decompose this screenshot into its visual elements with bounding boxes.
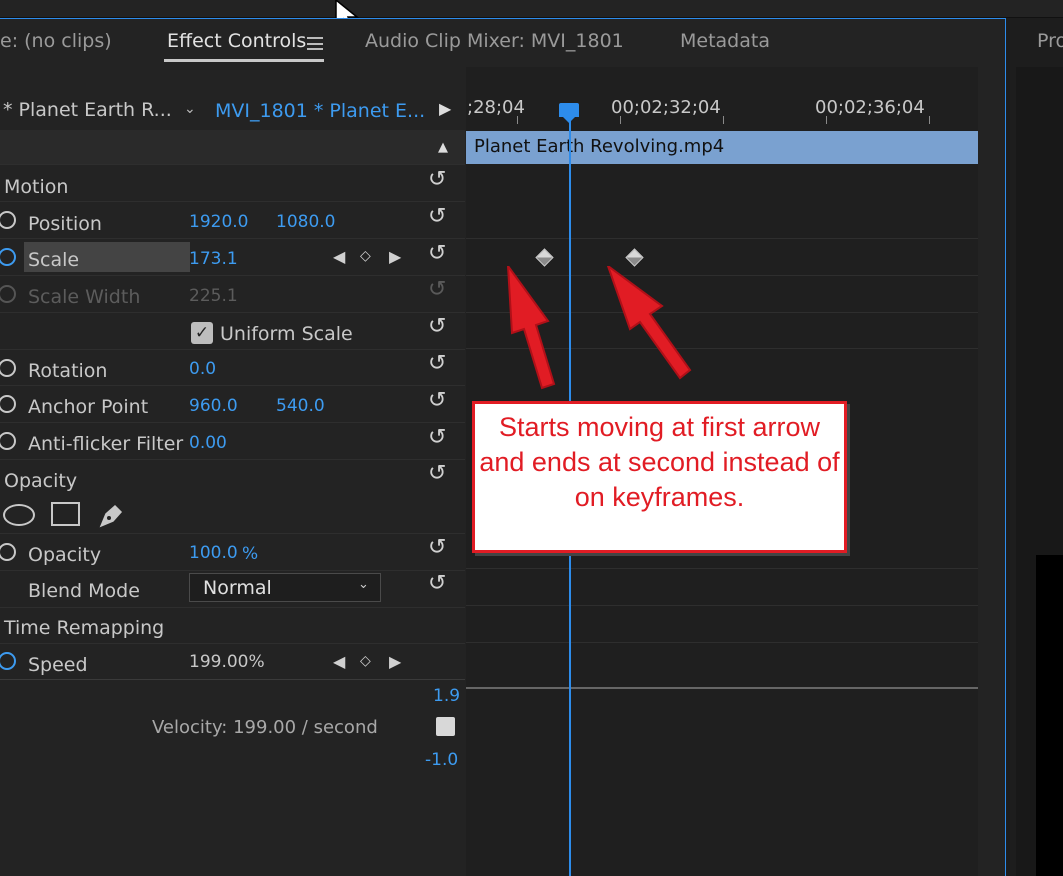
stopwatch-icon[interactable] [0, 359, 16, 377]
tab-source[interactable]: e: (no clips) [0, 30, 112, 52]
tab-metadata[interactable]: Metadata [680, 30, 770, 52]
opacity-section-label[interactable]: Opacity [4, 470, 77, 492]
collapse-up-icon[interactable]: ▲ [438, 140, 448, 155]
blend-mode-select[interactable]: Normal ⌄ [189, 573, 381, 602]
active-tab-indicator [164, 59, 324, 62]
annotation-callout: Starts moving at first arrow and ends at… [472, 401, 847, 553]
playhead-handle[interactable] [559, 103, 579, 117]
rotation-label: Rotation [28, 360, 108, 382]
annotation-arrow-icon [498, 262, 568, 395]
ruler-time-2: 00;02;32;04 [611, 97, 721, 118]
play-only-clip-icon[interactable]: ▶ [439, 99, 451, 118]
velocity-readout: Velocity: 199.00 / second [152, 717, 378, 738]
anti-flicker-value[interactable]: 0.00 [189, 433, 227, 453]
reset-opacity-value-icon[interactable]: ↺ [428, 535, 446, 560]
program-video-frame [1036, 555, 1063, 876]
time-remapping-section-label[interactable]: Time Remapping [4, 617, 164, 639]
speed-label: Speed [28, 654, 88, 676]
reset-scale-width-icon: ↺ [428, 277, 447, 302]
blend-mode-value: Normal [203, 577, 272, 599]
graph-min-value: -1.0 [425, 750, 459, 770]
opacity-unit: % [242, 544, 259, 564]
graph-max-value: 1.9 [433, 686, 461, 706]
reset-opacity-icon[interactable]: ↺ [428, 461, 446, 486]
sequence-clip-label[interactable]: MVI_1801 * Planet E... [215, 100, 425, 122]
anchor-point-y-value[interactable]: 540.0 [276, 396, 325, 416]
top-strip [0, 0, 1063, 18]
velocity-graph-line[interactable] [466, 687, 978, 689]
prev-keyframe-icon[interactable]: ◀ [333, 247, 345, 266]
stopwatch-icon[interactable] [0, 395, 16, 413]
pen-mask-icon[interactable] [97, 500, 127, 534]
opacity-label: Opacity [28, 544, 102, 566]
uniform-scale-label: Uniform Scale [220, 323, 353, 345]
tab-program[interactable]: Pro [1037, 30, 1063, 52]
master-clip-label[interactable]: * Planet Earth R... [3, 99, 172, 121]
playhead-tip [563, 117, 575, 123]
properties-header [0, 130, 465, 164]
reset-motion-icon[interactable]: ↺ [428, 167, 446, 192]
opacity-value[interactable]: 100.0 [189, 543, 238, 563]
stopwatch-icon[interactable] [0, 432, 16, 450]
position-label: Position [28, 213, 102, 235]
clip-name: Planet Earth Revolving.mp4 [474, 136, 725, 157]
stopwatch-icon[interactable] [0, 543, 16, 561]
tab-audio-clip-mixer[interactable]: Audio Clip Mixer: MVI_1801 [365, 30, 624, 52]
blend-mode-label: Blend Mode [28, 580, 140, 602]
effect-properties: * Planet Earth R... ⌄ MVI_1801 * Planet … [0, 67, 465, 876]
reset-blend-mode-icon[interactable]: ↺ [428, 571, 446, 596]
stopwatch-active-icon[interactable] [0, 248, 16, 266]
anchor-point-x-value[interactable]: 960.0 [189, 396, 238, 416]
chevron-down-icon: ⌄ [358, 577, 369, 592]
scale-width-value: 225.1 [189, 286, 238, 306]
rectangle-mask-icon[interactable] [51, 502, 80, 526]
clip-bar[interactable]: Planet Earth Revolving.mp4 [466, 131, 978, 164]
prev-keyframe-icon[interactable]: ◀ [333, 652, 345, 671]
chevron-down-icon[interactable]: ⌄ [184, 101, 196, 117]
panel-menu-icon[interactable] [307, 37, 323, 50]
add-keyframe-icon[interactable]: ◇ [360, 248, 371, 264]
reset-rotation-icon[interactable]: ↺ [428, 351, 446, 376]
reset-anchor-point-icon[interactable]: ↺ [428, 388, 446, 413]
scale-value[interactable]: 173.1 [189, 249, 238, 269]
velocity-handle-icon[interactable] [436, 717, 455, 736]
uniform-scale-checkbox[interactable]: ✓ [191, 322, 213, 344]
reset-scale-icon[interactable]: ↺ [428, 241, 446, 266]
ruler-time-3: 00;02;36;04 [815, 97, 925, 118]
add-keyframe-icon[interactable]: ◇ [360, 653, 371, 669]
motion-section-label[interactable]: Motion [4, 176, 68, 198]
stopwatch-disabled-icon [0, 285, 16, 303]
next-keyframe-icon[interactable]: ▶ [389, 652, 401, 671]
scale-label: Scale [28, 249, 80, 271]
anchor-point-label: Anchor Point [28, 396, 149, 418]
scale-width-label: Scale Width [28, 286, 141, 308]
stopwatch-icon[interactable] [0, 211, 16, 229]
rotation-value[interactable]: 0.0 [189, 359, 216, 379]
annotation-arrow-icon [604, 263, 694, 385]
speed-value[interactable]: 199.00% [189, 652, 265, 672]
ruler-time-1: ;28;04 [467, 97, 525, 118]
reset-anti-flicker-icon[interactable]: ↺ [428, 425, 446, 450]
reset-position-icon[interactable]: ↺ [428, 204, 446, 229]
stopwatch-active-icon[interactable] [0, 652, 16, 670]
position-x-value[interactable]: 1920.0 [189, 212, 248, 232]
ellipse-mask-icon[interactable] [3, 504, 35, 526]
tab-effect-controls[interactable]: Effect Controls [167, 30, 306, 52]
next-keyframe-icon[interactable]: ▶ [389, 247, 401, 266]
anti-flicker-label: Anti-flicker Filter [28, 433, 184, 455]
position-y-value[interactable]: 1080.0 [276, 212, 335, 232]
reset-uniform-scale-icon[interactable]: ↺ [428, 314, 446, 339]
